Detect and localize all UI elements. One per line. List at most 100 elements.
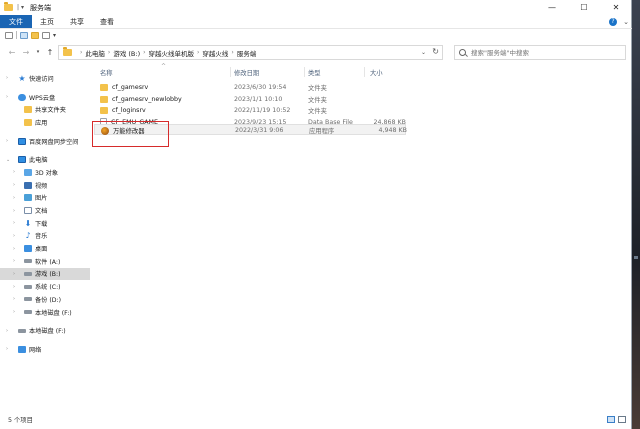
sidebar-item-music[interactable]: › ♪ 音乐: [0, 230, 90, 243]
sidebar-item-shared-folder[interactable]: 共享文件夹: [0, 103, 90, 116]
expand-icon[interactable]: ›: [13, 195, 15, 201]
tab-home[interactable]: 主页: [32, 15, 62, 28]
expand-icon[interactable]: ›: [13, 220, 15, 226]
sidebar-item-documents[interactable]: › 文档: [0, 204, 90, 217]
crumb-drive-b[interactable]: 游戏 (B:): [113, 48, 140, 58]
sidebar-item-3d-objects[interactable]: › 3D 对象: [0, 166, 90, 179]
sidebar-item-videos[interactable]: › 视频: [0, 179, 90, 192]
large-icons-view-icon[interactable]: [618, 416, 626, 423]
help-icon: ?: [609, 17, 617, 26]
status-bar: 5 个项目: [0, 409, 632, 429]
qat-dropdown-icon[interactable]: ▾: [21, 4, 24, 11]
sidebar-item-drive-d[interactable]: › 备份 (D:): [0, 293, 90, 306]
tab-share[interactable]: 共享: [62, 15, 92, 28]
expand-icon[interactable]: ›: [13, 208, 15, 214]
minimize-button[interactable]: —: [536, 0, 568, 15]
desktop-background: [632, 0, 640, 429]
search-input[interactable]: [471, 48, 611, 57]
tab-file[interactable]: 文件: [0, 15, 32, 28]
recent-locations-icon[interactable]: ▾: [32, 46, 44, 58]
expand-icon[interactable]: ›: [13, 284, 15, 290]
sidebar-item-label: 本地磁盘 (F:): [35, 309, 72, 317]
back-arrow-icon[interactable]: ←: [6, 46, 18, 58]
sidebar-item-drive-f-root[interactable]: › 本地磁盘 (F:): [0, 324, 90, 337]
table-row[interactable]: cf_loginsrv 2022/11/19 10:52 文件夹: [94, 105, 406, 116]
sidebar-item-apps[interactable]: 应用: [0, 116, 90, 129]
explorer-window: | ▾ 服务端 — ☐ ✕ 文件 主页 共享 查看 ? ⌄ ▾ ← → ▾ ↑: [0, 0, 632, 429]
expand-icon[interactable]: ›: [13, 271, 15, 277]
new-folder-icon[interactable]: [31, 31, 39, 39]
file-size: [364, 105, 406, 116]
sidebar-item-label: 文档: [35, 208, 48, 216]
close-button[interactable]: ✕: [600, 0, 632, 15]
sidebar-item-drive-c[interactable]: › 系统 (C:): [0, 280, 90, 293]
customize-qat-icon[interactable]: ▾: [53, 32, 56, 39]
expand-icon[interactable]: ›: [13, 169, 15, 175]
sidebar-item-wps-cloud[interactable]: › WPS云盘: [0, 91, 90, 104]
expand-icon[interactable]: ›: [6, 328, 8, 334]
sidebar-item-this-pc[interactable]: ⌄ 此电脑: [0, 153, 90, 166]
download-icon: ⬇: [24, 218, 32, 228]
expand-icon[interactable]: ›: [6, 138, 8, 144]
refresh-icon[interactable]: ↻: [432, 47, 439, 56]
crumb-server[interactable]: 服务端: [237, 48, 257, 58]
sidebar-item-label: 此电脑: [29, 157, 48, 165]
up-arrow-icon[interactable]: ↑: [44, 46, 56, 58]
expand-icon[interactable]: ›: [6, 346, 8, 352]
search-box[interactable]: [454, 45, 626, 60]
forward-arrow-icon[interactable]: →: [20, 46, 32, 58]
expand-icon[interactable]: ›: [6, 75, 8, 81]
address-history-icon[interactable]: ⌄: [421, 49, 426, 56]
sidebar-item-pictures[interactable]: › 图片: [0, 192, 90, 205]
table-row[interactable]: cf_gamesrv 2023/6/30 19:54 文件夹: [94, 82, 406, 93]
tab-view[interactable]: 查看: [92, 15, 122, 28]
window-controls: — ☐ ✕: [536, 0, 632, 15]
view-toggle: [607, 416, 626, 423]
star-icon: ★: [18, 73, 26, 83]
sidebar-item-drive-b[interactable]: › 游戏 (B:): [0, 267, 90, 281]
column-header-name[interactable]: 名称: [100, 67, 113, 78]
address-bar[interactable]: › 此电脑 › 游戏 (B:) › 穿越火线单机版 › 穿越火线 › 服务端 ⌄…: [58, 45, 443, 60]
folder-icon: [100, 107, 108, 114]
expand-icon[interactable]: ›: [13, 296, 15, 302]
sidebar-item-drive-a[interactable]: › 软件 (A:): [0, 255, 90, 268]
file-name: cf_gamesrv: [112, 84, 149, 91]
sidebar-item-network[interactable]: › 网络: [0, 343, 90, 356]
sidebar-item-quick-access[interactable]: › ★ 快速访问: [0, 72, 90, 85]
expand-icon[interactable]: ›: [13, 233, 15, 239]
sidebar-item-drive-f[interactable]: › 本地磁盘 (F:): [0, 306, 90, 319]
expand-icon[interactable]: ›: [13, 309, 15, 315]
column-header-type[interactable]: 类型: [308, 67, 321, 78]
sidebar-item-baidu-sync[interactable]: › 百度网盘同步空间: [0, 135, 90, 148]
column-header-size[interactable]: 大小: [370, 67, 383, 78]
expand-icon[interactable]: ›: [6, 94, 8, 100]
file-name: cf_loginsrv: [112, 107, 146, 114]
sidebar-item-label: 软件 (A:): [35, 258, 61, 266]
crumb-cf[interactable]: 穿越火线: [202, 48, 228, 58]
expand-icon[interactable]: ›: [13, 246, 15, 252]
column-divider[interactable]: [364, 67, 365, 77]
new-window-icon[interactable]: [20, 31, 28, 39]
undo-icon[interactable]: [42, 31, 50, 39]
expand-icon[interactable]: ›: [13, 182, 15, 188]
file-name-cell: cf_gamesrv_newlobby: [100, 94, 182, 105]
table-row[interactable]: cf_gamesrv_newlobby 2023/1/1 10:10 文件夹: [94, 94, 406, 105]
sidebar-item-desktop[interactable]: › 桌面: [0, 242, 90, 255]
folder-icon: [24, 106, 32, 114]
item-count: 5 个项目: [8, 416, 33, 424]
sidebar-item-downloads[interactable]: › ⬇ 下载: [0, 217, 90, 230]
column-divider[interactable]: [304, 67, 305, 77]
help-button[interactable]: ?: [606, 15, 620, 28]
crumb-this-pc[interactable]: 此电脑: [85, 48, 105, 58]
file-type: 文件夹: [308, 96, 327, 104]
sidebar-item-label: WPS云盘: [29, 94, 56, 102]
maximize-button[interactable]: ☐: [568, 0, 600, 15]
expand-icon[interactable]: ›: [13, 258, 15, 264]
properties-icon[interactable]: [5, 31, 13, 39]
collapse-icon[interactable]: ⌄: [6, 157, 10, 163]
details-view-icon[interactable]: [607, 416, 615, 423]
crumb-cf-offline[interactable]: 穿越火线单机版: [149, 48, 195, 58]
column-divider[interactable]: [230, 67, 231, 77]
ribbon-expand-icon[interactable]: ⌄: [620, 15, 632, 28]
column-header-date[interactable]: 修改日期: [234, 67, 259, 78]
